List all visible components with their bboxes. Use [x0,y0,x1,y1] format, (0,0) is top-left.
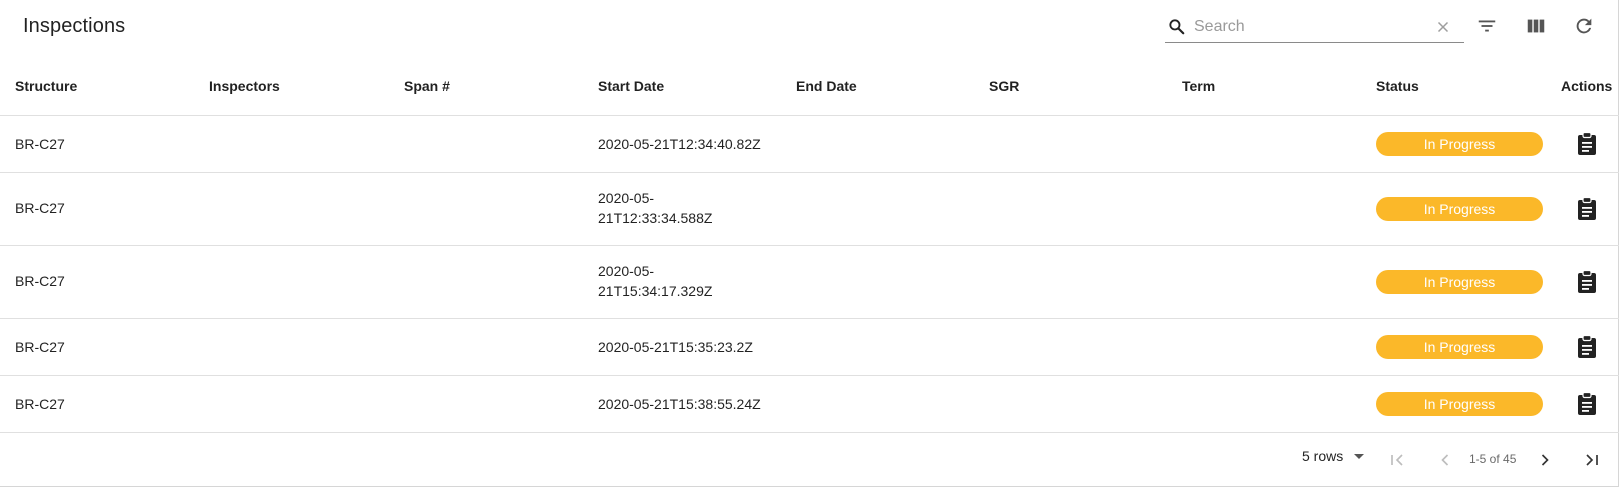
last-page-button[interactable] [1580,448,1604,472]
column-header-actions: Actions [1561,78,1613,94]
caret-down-icon [1354,454,1365,459]
view-columns-button[interactable] [1522,12,1550,40]
clipboard-icon[interactable] [1577,132,1597,156]
column-header-term[interactable]: Term [1182,78,1215,94]
start-date-cell: 2020-05-21T12:34:40.82Z [598,136,761,152]
rows-per-page-select[interactable]: 5 rows [1302,448,1365,464]
clipboard-icon[interactable] [1577,270,1597,294]
structure-cell: BR-C27 [15,200,65,216]
table-header: Structure Inspectors Span # Start Date E… [0,58,1619,116]
start-date-cell: 2020-05-21T15:34:17.329Z [598,263,713,299]
status-badge: In Progress [1376,392,1543,416]
inspections-panel: Inspections Search Structure Inspectors … [0,0,1619,487]
structure-cell: BR-C27 [15,136,65,152]
last-page-icon [1586,454,1598,466]
start-date-cell: 2020-05-21T15:35:23.2Z [598,339,753,355]
column-header-end-date[interactable]: End Date [796,78,857,94]
status-badge: In Progress [1376,270,1543,294]
table-row[interactable]: BR-C27 2020-05-21T12:33:34.588Z In Progr… [0,173,1619,246]
search-box [1165,12,1464,43]
status-badge: In Progress [1376,132,1543,156]
start-date-cell: 2020-05-21T12:33:34.588Z [598,190,713,226]
first-page-icon [1391,454,1403,466]
filter-button[interactable] [1473,12,1501,40]
table-row[interactable]: BR-C27 2020-05-21T12:34:40.82Z In Progre… [0,116,1619,173]
next-page-button[interactable] [1533,448,1557,472]
view-column-icon [1527,19,1545,33]
first-page-button[interactable] [1385,448,1409,472]
table-row[interactable]: BR-C27 2020-05-21T15:35:23.2Z In Progres… [0,319,1619,376]
pagination-footer: 5 rows 1-5 of 45 [0,433,1618,485]
column-header-sgr[interactable]: SGR [989,78,1019,94]
status-badge: In Progress [1376,335,1543,359]
column-header-inspectors[interactable]: Inspectors [209,78,280,94]
inspections-table: Structure Inspectors Span # Start Date E… [0,58,1619,433]
pagination-range: 1-5 of 45 [1469,452,1517,466]
refresh-button[interactable] [1570,12,1598,40]
clipboard-icon[interactable] [1577,335,1597,359]
chevron-left-icon [1441,454,1449,466]
refresh-icon [1576,18,1592,34]
table-row[interactable]: BR-C27 2020-05-21T15:38:55.24Z In Progre… [0,376,1619,433]
status-badge: In Progress [1376,197,1543,221]
filter-icon [1478,20,1496,32]
search-icon [1169,19,1185,35]
rows-per-page-value: 5 rows [1302,448,1344,464]
search-input[interactable] [1194,15,1424,39]
column-header-start-date[interactable]: Start Date [598,78,664,94]
structure-cell: BR-C27 [15,273,65,289]
clipboard-icon[interactable] [1577,197,1597,221]
structure-cell: BR-C27 [15,396,65,412]
clipboard-icon[interactable] [1577,392,1597,416]
structure-cell: BR-C27 [15,339,65,355]
toolbar: Inspections [0,0,1618,56]
start-date-cell: 2020-05-21T15:38:55.24Z [598,396,761,412]
column-header-structure[interactable]: Structure [15,78,77,94]
column-header-span[interactable]: Span # [404,78,450,94]
previous-page-button[interactable] [1433,448,1457,472]
page-title: Inspections [23,15,126,37]
column-header-status[interactable]: Status [1376,78,1419,94]
table-row[interactable]: BR-C27 2020-05-21T15:34:17.329Z In Progr… [0,246,1619,319]
close-icon[interactable] [1434,18,1452,36]
chevron-right-icon [1541,454,1549,466]
